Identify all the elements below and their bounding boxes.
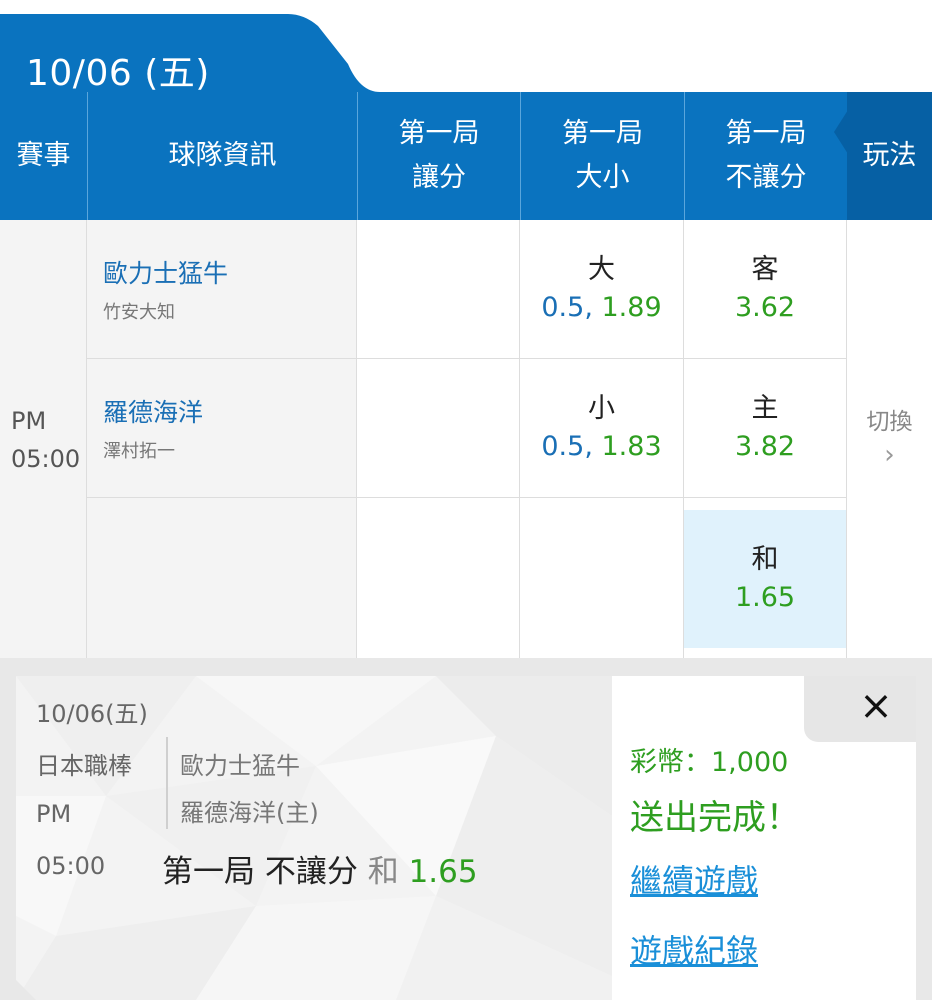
ticket-date: 10/06(五) [36,700,148,728]
ticket-divider [166,737,168,829]
under-cell[interactable]: 小 0.5, 1.83 [520,359,683,498]
moneyline-away-cell[interactable]: 客 3.62 [684,220,846,359]
ticket-team-home: 羅德海洋(主) [180,799,319,827]
team-pitcher-home: 澤村拓一 [103,441,175,462]
chevron-right-icon: › [884,440,895,470]
ticket-league: 日本職棒 [36,752,132,780]
moneyline-home-cell[interactable]: 主 3.82 [684,359,846,498]
header-play-type[interactable]: 玩法 [847,92,932,220]
ticket-zigzag-edge [16,980,36,1000]
coin-balance: 彩幣：1,000 [630,747,789,778]
play-type-notch [834,110,848,154]
header-event-label: 賽事 [16,140,71,171]
over-odds: 1.89 [601,292,662,323]
under-label: 小 [588,393,615,424]
header-moneyline-line2: 不讓分 [725,162,807,193]
header-over-under-line2: 大小 [575,162,630,193]
moneyline-draw-cell[interactable]: 和 1.65 [684,510,846,648]
close-icon[interactable]: × [856,686,896,726]
over-under-column: 大 0.5, 1.89 小 0.5, 1.83 [520,220,684,660]
header-over-under-line1: 第一局 [562,118,643,149]
submit-status: 送出完成！ [630,798,800,838]
moneyline-column: 客 3.62 主 3.82 和 1.65 [684,220,847,660]
ticket-time-ampm: PM [36,800,72,828]
moneyline-home-odds: 3.82 [734,431,796,462]
team-column: 歐力士猛牛 竹安大知 羅德海洋 澤村拓一 [87,220,357,660]
match-table: PM 05:00 歐力士猛牛 竹安大知 羅德海洋 澤村拓一 大 0.5, 1.8… [0,220,932,660]
header-team-info-label: 球隊資訊 [168,140,277,171]
ticket-team-away: 歐力士猛牛 [180,752,300,780]
date-tab: 10/06 (五) [0,14,932,94]
header-over-under: 第一局 大小 [520,92,684,220]
header-handicap-line2: 讓分 [412,162,466,193]
ticket-bet-odds: 1.65 [408,854,478,890]
header-moneyline-line1: 第一局 [725,118,807,149]
team-pitcher-away: 竹安大知 [103,302,175,323]
under-line: 0.5, [541,431,593,462]
moneyline-home-label: 主 [751,393,779,424]
table-header: 賽事 球隊資訊 第一局 讓分 第一局 大小 第一局 不讓分 玩法 [0,92,932,220]
under-odds: 1.83 [601,431,662,462]
header-moneyline: 第一局 不讓分 [684,92,847,220]
match-time-clock: 05:00 [11,445,81,473]
moneyline-draw-label: 和 [751,544,779,575]
moneyline-away-odds: 3.62 [734,292,796,323]
ticket-time: 05:00 [36,852,106,880]
continue-game-link[interactable]: 繼續遊戲 [630,856,758,902]
switch-column[interactable]: 切換 › [847,220,932,660]
game-history-link[interactable]: 遊戲紀錄 [630,926,758,972]
handicap-column [357,220,520,660]
moneyline-away-label: 客 [751,254,779,285]
ticket-bet-summary: 第一局 不讓分 和 1.65 [162,846,478,891]
team-name-away: 歐力士猛牛 [103,259,229,288]
team-row-away: 歐力士猛牛 竹安大知 [87,220,357,359]
over-label: 大 [588,254,615,285]
team-row-home: 羅德海洋 澤村拓一 [87,359,357,498]
switch-label: 切換 [866,409,913,435]
handicap-cell-away [357,220,519,359]
over-line: 0.5, [541,292,593,323]
header-handicap-line1: 第一局 [398,118,480,149]
team-name-home: 羅德海洋 [103,398,204,427]
match-time: PM 05:00 [11,402,80,478]
moneyline-draw-odds: 1.65 [734,582,796,613]
header-handicap: 第一局 讓分 [357,92,520,220]
ticket-bet-option: 和 [367,854,399,890]
header-team-info: 球隊資訊 [87,92,357,220]
ticket-bet-market: 第一局 不讓分 [162,854,358,890]
event-column: PM 05:00 [0,220,87,660]
header-event: 賽事 [0,92,87,220]
header-play-type-label: 玩法 [862,140,917,171]
over-cell[interactable]: 大 0.5, 1.89 [520,220,683,359]
match-time-ampm: PM [11,407,47,435]
date-label: 10/06 (五) [26,53,210,94]
handicap-cell-home [357,359,519,498]
